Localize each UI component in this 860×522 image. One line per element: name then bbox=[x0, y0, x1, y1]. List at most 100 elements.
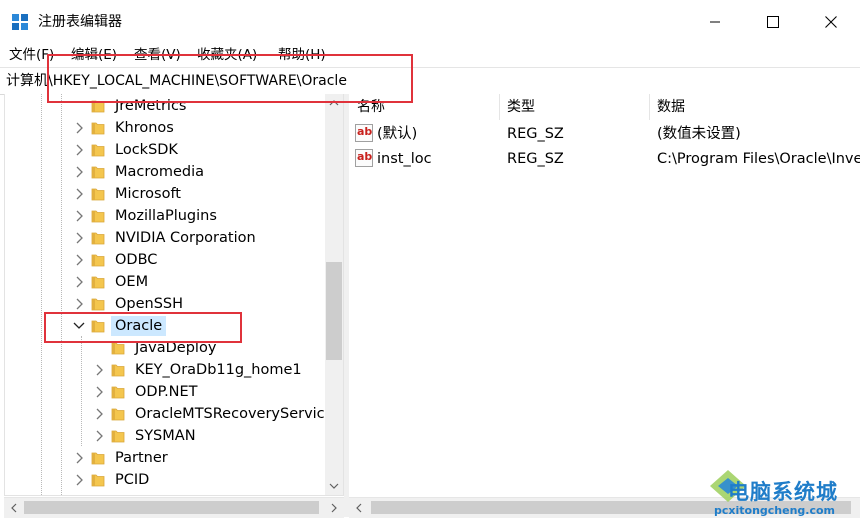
folder-icon bbox=[111, 364, 125, 377]
string-value-icon: ab bbox=[355, 149, 373, 167]
folder-icon bbox=[91, 254, 105, 267]
tree-node[interactable]: Microsoft bbox=[5, 183, 325, 205]
scroll-left-button[interactable] bbox=[351, 499, 367, 516]
tree-hscroll-thumb[interactable] bbox=[24, 501, 319, 514]
chevron-right-icon[interactable] bbox=[73, 143, 85, 157]
tree-node-label[interactable]: OEM bbox=[111, 272, 152, 292]
value-list[interactable]: 名称 类型 数据 ab (默认) REG_SZ (数值未设置) ab inst_… bbox=[349, 94, 860, 497]
folder-icon bbox=[91, 166, 105, 179]
scroll-right-button[interactable] bbox=[326, 499, 342, 516]
tree-node-label[interactable]: ODP.NET bbox=[131, 382, 202, 402]
column-divider[interactable] bbox=[499, 94, 500, 120]
folder-icon bbox=[91, 452, 105, 465]
column-header-data[interactable]: 数据 bbox=[657, 94, 685, 120]
tree-vertical-scrollbar[interactable] bbox=[325, 94, 343, 495]
folder-icon bbox=[111, 430, 125, 443]
close-button[interactable] bbox=[802, 0, 860, 44]
tree-node-label[interactable]: MozillaPlugins bbox=[111, 206, 221, 226]
tree-node[interactable]: OracleMTSRecoveryServic bbox=[5, 403, 325, 425]
watermark-site: pcxitongcheng.com bbox=[714, 504, 836, 517]
chevron-right-icon[interactable] bbox=[73, 451, 85, 465]
tree-node[interactable]: Khronos bbox=[5, 117, 325, 139]
maximize-button[interactable] bbox=[744, 0, 802, 44]
tree-node-label[interactable]: Khronos bbox=[111, 118, 178, 138]
chevron-right-icon[interactable] bbox=[73, 121, 85, 135]
folder-icon bbox=[111, 342, 125, 355]
tree-node-label[interactable]: Microsoft bbox=[111, 184, 185, 204]
value-row[interactable]: ab (默认) REG_SZ (数值未设置) bbox=[349, 121, 860, 145]
tree-node[interactable]: SYSMAN bbox=[5, 425, 325, 447]
tree-node-label[interactable]: OpenSSH bbox=[111, 294, 187, 314]
value-data: (数值未设置) bbox=[657, 126, 741, 142]
folder-icon bbox=[91, 188, 105, 201]
value-type: REG_SZ bbox=[507, 151, 564, 167]
tree-scroll-thumb[interactable] bbox=[326, 262, 342, 360]
scroll-left-button[interactable] bbox=[6, 499, 22, 516]
minimize-icon bbox=[710, 21, 720, 23]
chevron-right-icon[interactable] bbox=[73, 187, 85, 201]
chevron-right-icon[interactable] bbox=[93, 385, 105, 399]
key-tree[interactable]: JreMetrics Khronos LockSDK Macromedia Micros… bbox=[4, 94, 344, 496]
watermark: 电脑系统城 pcxitongcheng.com bbox=[708, 466, 860, 522]
chevron-right-icon[interactable] bbox=[93, 363, 105, 377]
tree-node[interactable]: ODP.NET bbox=[5, 381, 325, 403]
chevron-right-icon[interactable] bbox=[73, 297, 85, 311]
tree-node-label[interactable]: KEY_OraDb11g_home1 bbox=[131, 360, 306, 380]
tree-node[interactable]: MozillaPlugins bbox=[5, 205, 325, 227]
folder-icon bbox=[91, 232, 105, 245]
tree-node-label[interactable]: PCID bbox=[111, 470, 153, 490]
folder-icon bbox=[91, 474, 105, 487]
chevron-right-icon[interactable] bbox=[73, 165, 85, 179]
chevron-left-icon bbox=[356, 503, 362, 512]
tree-node-label[interactable]: NVIDIA Corporation bbox=[111, 228, 260, 248]
column-divider[interactable] bbox=[649, 94, 650, 120]
window-title: 注册表编辑器 bbox=[38, 14, 122, 30]
tree-node-label[interactable]: Partner bbox=[111, 448, 172, 468]
regedit-icon bbox=[12, 14, 30, 32]
chevron-right-icon[interactable] bbox=[73, 253, 85, 267]
watermark-title: 电脑系统城 bbox=[728, 480, 838, 504]
annotation-box-oracle bbox=[44, 312, 242, 343]
tree-node[interactable]: Partner bbox=[5, 447, 325, 469]
value-data: C:\Program Files\Oracle\Inve bbox=[657, 151, 860, 167]
column-header-type[interactable]: 类型 bbox=[507, 94, 535, 120]
chevron-down-icon bbox=[329, 483, 339, 489]
tree-node-label[interactable]: LockSDK bbox=[111, 140, 182, 160]
tree-node[interactable]: ODBC bbox=[5, 249, 325, 271]
minimize-button[interactable] bbox=[686, 0, 744, 44]
folder-icon bbox=[111, 408, 125, 421]
tree-horizontal-scrollbar[interactable] bbox=[4, 497, 344, 518]
maximize-icon bbox=[767, 16, 779, 28]
scroll-down-button[interactable] bbox=[325, 477, 343, 495]
folder-icon bbox=[91, 210, 105, 223]
tree-node-label[interactable]: ODBC bbox=[111, 250, 161, 270]
tree-node[interactable]: Macromedia bbox=[5, 161, 325, 183]
folder-icon bbox=[91, 144, 105, 157]
tree-node-label[interactable]: Macromedia bbox=[111, 162, 208, 182]
chevron-right-icon[interactable] bbox=[73, 231, 85, 245]
value-type: REG_SZ bbox=[507, 126, 564, 142]
folder-icon bbox=[91, 298, 105, 311]
folder-icon bbox=[111, 386, 125, 399]
tree-node[interactable]: LockSDK bbox=[5, 139, 325, 161]
value-name: inst_loc bbox=[377, 151, 432, 167]
tree-node[interactable]: OEM bbox=[5, 271, 325, 293]
value-row[interactable]: ab inst_loc REG_SZ C:\Program Files\Orac… bbox=[349, 146, 860, 170]
chevron-left-icon bbox=[11, 503, 17, 512]
folder-icon bbox=[91, 276, 105, 289]
close-icon bbox=[825, 16, 837, 28]
tree-node-label[interactable]: OracleMTSRecoveryServic bbox=[131, 404, 329, 424]
chevron-right-icon[interactable] bbox=[73, 209, 85, 223]
chevron-right-icon[interactable] bbox=[93, 407, 105, 421]
tree-node-label[interactable]: SYSMAN bbox=[131, 426, 200, 446]
chevron-right-icon[interactable] bbox=[73, 473, 85, 487]
chevron-right-icon[interactable] bbox=[93, 429, 105, 443]
annotation-box-address bbox=[47, 54, 413, 103]
folder-icon bbox=[91, 122, 105, 135]
tree-node[interactable]: PCID bbox=[5, 469, 325, 491]
value-name: (默认) bbox=[377, 126, 418, 142]
title-bar: 注册表编辑器 bbox=[0, 0, 860, 44]
tree-node[interactable]: NVIDIA Corporation bbox=[5, 227, 325, 249]
chevron-right-icon[interactable] bbox=[73, 275, 85, 289]
tree-node[interactable]: KEY_OraDb11g_home1 bbox=[5, 359, 325, 381]
